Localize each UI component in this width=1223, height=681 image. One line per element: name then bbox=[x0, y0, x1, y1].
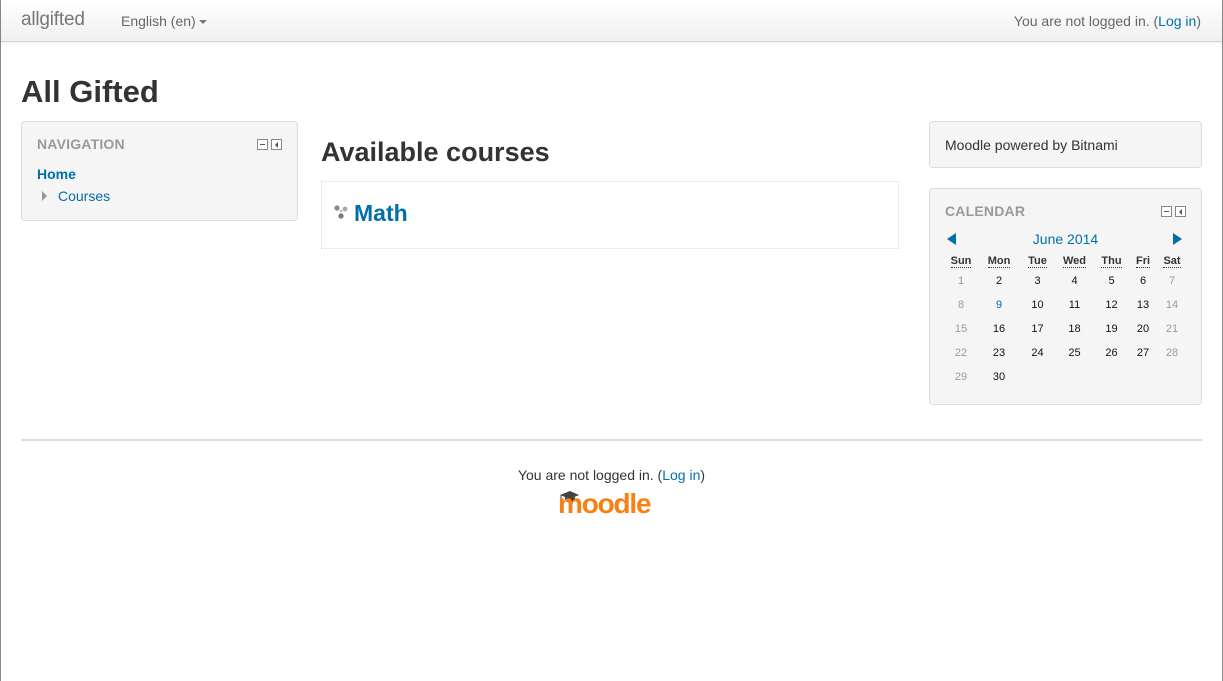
footer-login-info: You are not logged in. (Log in) bbox=[1, 467, 1222, 483]
calendar-day: 16 bbox=[992, 323, 1006, 335]
calendar-week-row: 29 30 bbox=[943, 365, 1188, 389]
calendar-days: 1 2 3 4 5 6 7 8 9 10 11 12 13 14 15 16 17 18 19 20 21 22 23 24 2… bbox=[943, 269, 1188, 389]
calendar-day: 18 bbox=[1068, 323, 1081, 335]
calendar-day: 28 bbox=[1165, 347, 1179, 359]
footer-login-link[interactable]: Log in bbox=[662, 467, 700, 483]
chevron-down-icon bbox=[198, 20, 207, 25]
calendar-month-link[interactable]: June 2014 bbox=[945, 231, 1186, 247]
course-list-item: Math bbox=[321, 181, 899, 249]
calendar-day: 1 bbox=[957, 275, 965, 287]
calendar-weekday: Thu bbox=[1101, 255, 1122, 268]
svg-text:moodle: moodle bbox=[558, 488, 651, 518]
calendar-weekday-row: Sun Mon Tue Wed Thu Fri Sat bbox=[943, 253, 1188, 269]
calendar-day: 12 bbox=[1105, 299, 1118, 311]
dock-icon[interactable] bbox=[271, 139, 282, 150]
minimize-icon[interactable] bbox=[1161, 206, 1172, 217]
expand-arrow-icon[interactable] bbox=[42, 191, 47, 201]
footer-divider bbox=[21, 439, 1202, 441]
calendar-empty-cell bbox=[1156, 365, 1188, 389]
navigation-block-title: NAVIGATION bbox=[37, 136, 125, 152]
minimize-icon[interactable] bbox=[257, 139, 268, 150]
nav-courses-item[interactable]: Courses bbox=[42, 188, 110, 204]
calendar-day: 10 bbox=[1031, 299, 1044, 311]
nav-home-link[interactable]: Home bbox=[37, 166, 76, 182]
calendar-day: 25 bbox=[1068, 347, 1081, 359]
block-controls bbox=[257, 139, 282, 150]
login-info-text: You are not logged in. ( bbox=[1013, 13, 1159, 29]
calendar-day: 3 bbox=[1034, 275, 1041, 287]
course-link-math[interactable]: Math bbox=[354, 200, 408, 227]
page-title: All Gifted bbox=[21, 74, 159, 109]
bitnami-block: Moodle powered by Bitnami bbox=[929, 121, 1202, 168]
calendar-day: 17 bbox=[1031, 323, 1044, 335]
calendar-day: 22 bbox=[954, 347, 968, 359]
navigation-block: NAVIGATION Home Courses bbox=[21, 121, 298, 221]
next-month-icon[interactable] bbox=[1173, 233, 1182, 245]
calendar-day: 4 bbox=[1071, 275, 1078, 287]
calendar-week-row: 15 16 17 18 19 20 21 bbox=[943, 317, 1188, 341]
calendar-empty-cell bbox=[1130, 365, 1156, 389]
calendar-grid: Sun Mon Tue Wed Thu Fri Sat 1 2 3 4 5 6 7 8 9 10 11 12 13 1… bbox=[943, 253, 1188, 389]
bitnami-text: Moodle powered by Bitnami bbox=[945, 137, 1118, 153]
calendar-weekday: Sun bbox=[950, 255, 972, 268]
calendar-day: 24 bbox=[1031, 347, 1044, 359]
calendar-day: 6 bbox=[1139, 275, 1147, 287]
calendar-empty-cell bbox=[1019, 365, 1056, 389]
calendar-day: 7 bbox=[1168, 275, 1176, 287]
calendar-day: 19 bbox=[1105, 323, 1118, 335]
calendar-week-row: 1 2 3 4 5 6 7 bbox=[943, 269, 1188, 293]
calendar-day: 27 bbox=[1136, 347, 1150, 359]
calendar-day: 21 bbox=[1165, 323, 1179, 335]
calendar-day: 15 bbox=[954, 323, 968, 335]
footer-login-close: ) bbox=[700, 467, 706, 483]
calendar-day: 5 bbox=[1108, 275, 1115, 287]
block-controls bbox=[1161, 206, 1186, 217]
calendar-weekday: Fri bbox=[1135, 255, 1151, 268]
calendar-day: 30 bbox=[992, 371, 1006, 383]
moodle-logo-image: moodle bbox=[558, 488, 652, 519]
calendar-block-title: CALENDAR bbox=[945, 203, 1026, 219]
calendar-empty-cell bbox=[1093, 365, 1130, 389]
calendar-weekday: Sat bbox=[1163, 255, 1181, 268]
calendar-weekday: Tue bbox=[1028, 255, 1047, 268]
calendar-day: 13 bbox=[1136, 299, 1150, 311]
calendar-day: 11 bbox=[1068, 299, 1081, 311]
calendar-day: 14 bbox=[1165, 299, 1179, 311]
site-brand-link[interactable]: allgifted bbox=[21, 9, 85, 31]
top-navbar: allgifted English (en) You are not logge… bbox=[1, 0, 1222, 42]
calendar-empty-cell bbox=[1056, 365, 1093, 389]
calendar-weekday: Mon bbox=[987, 255, 1011, 268]
calendar-header: June 2014 bbox=[945, 231, 1186, 247]
login-link[interactable]: Log in bbox=[1158, 13, 1196, 29]
calendar-day[interactable]: 9 bbox=[979, 293, 1019, 317]
calendar-day: 26 bbox=[1105, 347, 1118, 359]
nav-courses-link[interactable]: Courses bbox=[58, 188, 110, 204]
calendar-day: 2 bbox=[995, 275, 1003, 287]
calendar-day: 23 bbox=[992, 347, 1006, 359]
calendar-day: 29 bbox=[954, 371, 968, 383]
calendar-week-row: 22 23 24 25 26 27 28 bbox=[943, 341, 1188, 365]
available-courses-heading: Available courses bbox=[321, 137, 550, 167]
language-menu[interactable]: English (en) bbox=[121, 13, 207, 29]
dock-icon[interactable] bbox=[1175, 206, 1186, 217]
login-info: You are not logged in. (Log in) bbox=[1014, 13, 1201, 29]
calendar-week-row: 8 9 10 11 12 13 14 bbox=[943, 293, 1188, 317]
course-category-icon bbox=[334, 205, 348, 219]
calendar-block: CALENDAR June 2014 Sun Mon Tue Wed Thu Fri Sat… bbox=[929, 188, 1202, 405]
calendar-weekday: Wed bbox=[1062, 255, 1087, 268]
calendar-day: 8 bbox=[957, 299, 965, 311]
footer-login-text: You are not logged in. ( bbox=[517, 467, 663, 483]
login-info-close: ) bbox=[1196, 13, 1201, 29]
moodle-logo[interactable]: moodle bbox=[556, 486, 671, 519]
language-label: English (en) bbox=[121, 13, 196, 29]
calendar-day: 20 bbox=[1136, 323, 1150, 335]
